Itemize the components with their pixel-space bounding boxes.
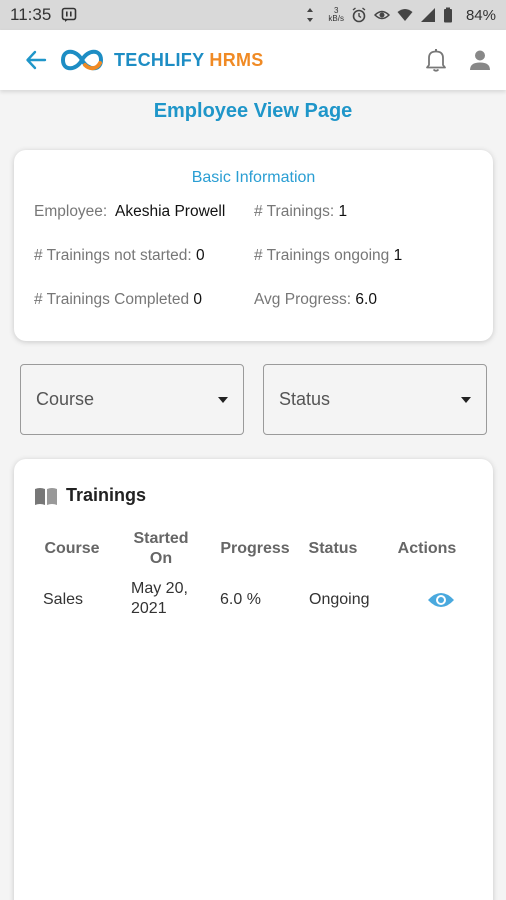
caret-down-icon (461, 396, 471, 403)
completed-field: # Trainings Completed 0 (34, 291, 203, 308)
column-started-on: Started On (133, 530, 189, 567)
trainings-count-field: # Trainings: 1 (254, 203, 348, 220)
column-status: Status (308, 540, 358, 557)
caret-down-icon (218, 396, 228, 403)
infinity-logo-icon (60, 49, 104, 71)
row-started-on: May 20, 2021 (131, 580, 188, 617)
profile-button[interactable] (466, 46, 494, 74)
row-status: Ongoing (309, 591, 370, 608)
employee-value: Akeshia Prowell (115, 203, 226, 220)
back-button[interactable] (16, 40, 56, 80)
column-actions: Actions (397, 540, 457, 557)
signal-icon (420, 7, 436, 23)
alarm-icon (351, 7, 367, 23)
status-time: 11:35 (10, 5, 52, 24)
trainings-card (14, 459, 493, 900)
column-progress: Progress (220, 540, 290, 557)
course-dropdown[interactable]: Course (20, 364, 244, 435)
eye-comfort-icon (373, 7, 391, 23)
notifications-button[interactable] (422, 46, 450, 74)
course-dropdown-label: Course (36, 389, 95, 409)
messenger-icon (61, 7, 77, 23)
row-course: Sales (43, 591, 84, 608)
eye-icon (428, 593, 454, 607)
ongoing-field: # Trainings ongoing 1 (254, 247, 403, 264)
app-bar: TECHLIFY HRMS (0, 30, 506, 90)
arrow-left-icon (26, 50, 47, 70)
trainings-title: Trainings (66, 485, 147, 505)
brand-name: TECHLIFY HRMS (114, 49, 264, 70)
status-dropdown-label: Status (279, 389, 331, 409)
avg-progress-field: Avg Progress: 6.0 (254, 291, 377, 308)
view-training-button[interactable] (425, 588, 457, 612)
battery-percent: 84% (465, 6, 496, 24)
status-bar: 11:35 3 kB/s 84% (0, 0, 506, 30)
status-dropdown[interactable]: Status (263, 364, 487, 435)
person-icon (470, 50, 490, 70)
trainings-header: Trainings (34, 485, 146, 506)
page-title: Employee View Page (153, 100, 353, 122)
employee-field: Employee: Akeshia Prowell (34, 203, 226, 220)
app-logo: TECHLIFY HRMS (58, 45, 264, 75)
network-speed: 3 kB/s (328, 6, 344, 23)
data-arrows-icon (305, 7, 321, 23)
basic-info-title: Basic Information (191, 169, 316, 186)
battery-icon (443, 7, 459, 23)
row-progress: 6.0 % (220, 591, 261, 608)
column-course: Course (44, 540, 100, 557)
basic-info-card: Basic Information Employee: Akeshia Prow… (14, 150, 493, 341)
not-started-field: # Trainings not started: 0 (34, 247, 205, 264)
wifi-icon (397, 7, 413, 23)
book-icon (35, 487, 57, 505)
bell-icon (426, 49, 446, 72)
